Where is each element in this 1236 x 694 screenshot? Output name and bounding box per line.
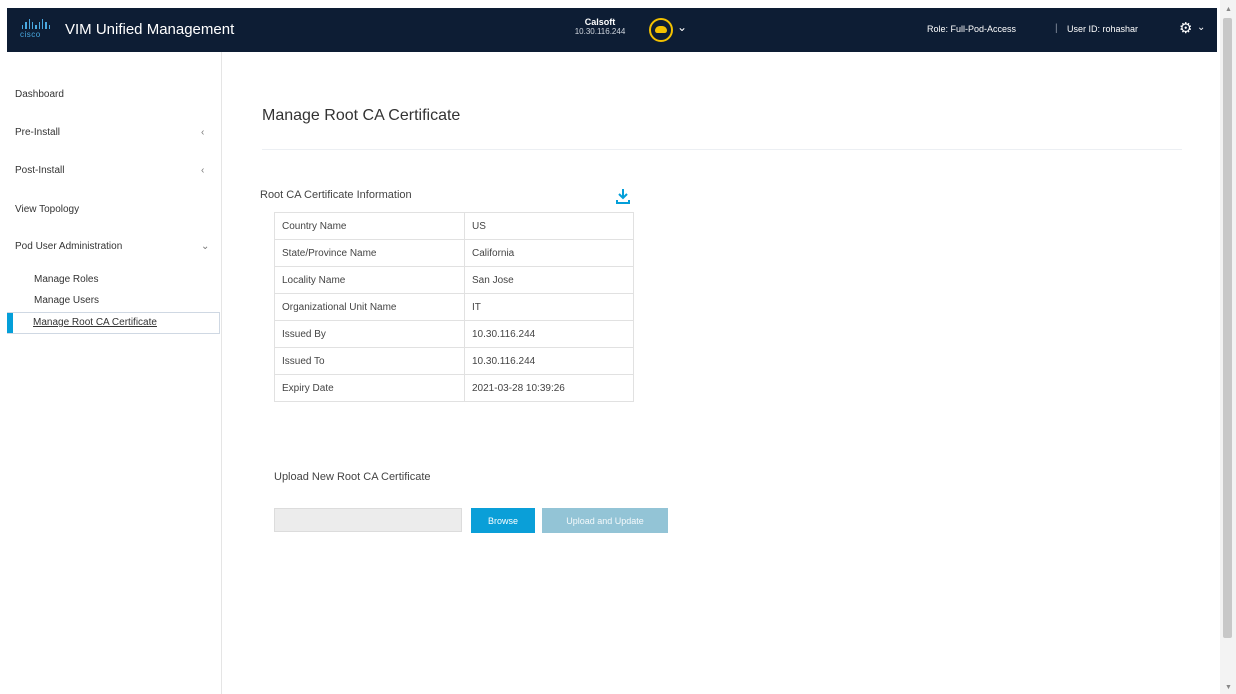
chevron-left-icon[interactable]: ‹ — [201, 165, 204, 176]
chevron-down-icon[interactable]: ⌄ — [201, 241, 209, 252]
logo-text: cisco — [20, 30, 41, 39]
title-divider — [262, 149, 1182, 150]
state-province-value: California — [464, 239, 634, 267]
pod-ip: 10.30.116.244 — [574, 27, 626, 36]
top-header: cisco VIM Unified Management Calsoft 10.… — [7, 8, 1217, 52]
sidebar-item-manage-root-ca-certificate[interactable]: Manage Root CA Certificate — [7, 312, 220, 334]
table-row: Country Name US — [274, 212, 634, 240]
header-divider: | — [1055, 23, 1058, 34]
role-label: Role: Full-Pod-Access — [927, 24, 1017, 34]
table-row: Issued By 10.30.116.244 — [274, 320, 634, 348]
pod-selector[interactable]: Calsoft 10.30.116.244 — [567, 17, 633, 36]
browse-button[interactable]: Browse — [471, 508, 535, 533]
main-content: Manage Root CA Certificate Root CA Certi… — [222, 52, 1218, 694]
certificate-info-table: Country Name US State/Province Name Califo… — [274, 212, 634, 402]
scroll-up-icon[interactable]: ▲ — [1225, 6, 1232, 13]
issued-to-value: 10.30.116.244 — [464, 347, 634, 375]
cisco-logo: cisco — [20, 19, 50, 41]
chevron-left-icon[interactable]: ‹ — [201, 127, 204, 138]
sidebar-item-view-topology[interactable]: View Topology — [15, 204, 79, 215]
table-row: Issued To 10.30.116.244 — [274, 347, 634, 375]
issued-by-value: 10.30.116.244 — [464, 320, 634, 348]
sidebar: Dashboard Pre-Install ‹ Post-Install ‹ V… — [7, 52, 222, 694]
org-unit-key: Organizational Unit Name — [274, 293, 465, 321]
sidebar-item-pod-user-administration[interactable]: Pod User Administration — [15, 241, 122, 252]
file-path-input[interactable] — [274, 508, 462, 532]
download-icon[interactable] — [616, 188, 630, 204]
upload-section-title: Upload New Root CA Certificate — [274, 471, 431, 483]
issued-to-key: Issued To — [274, 347, 465, 375]
table-row: Organizational Unit Name IT — [274, 293, 634, 321]
sidebar-item-pre-install[interactable]: Pre-Install — [15, 127, 60, 138]
country-name-value: US — [464, 212, 634, 240]
active-indicator — [7, 313, 13, 333]
locality-name-value: San Jose — [464, 266, 634, 294]
pod-cloud-icon[interactable] — [649, 18, 673, 42]
user-id-label: User ID: rohashar — [1067, 24, 1139, 34]
certificate-info-title: Root CA Certificate Information — [260, 189, 412, 201]
scrollbar-thumb[interactable] — [1223, 18, 1232, 638]
state-province-key: State/Province Name — [274, 239, 465, 267]
table-row: Locality Name San Jose — [274, 266, 634, 294]
scroll-down-icon[interactable]: ▼ — [1225, 684, 1232, 691]
country-name-key: Country Name — [274, 212, 465, 240]
org-unit-value: IT — [464, 293, 634, 321]
expiry-date-key: Expiry Date — [274, 374, 465, 402]
chevron-down-icon[interactable]: ⌄ — [677, 20, 687, 34]
issued-by-key: Issued By — [274, 320, 465, 348]
gear-icon[interactable]: ⚙ — [1179, 19, 1192, 37]
locality-name-key: Locality Name — [274, 266, 465, 294]
table-row: State/Province Name California — [274, 239, 634, 267]
upload-and-update-button[interactable]: Upload and Update — [542, 508, 668, 533]
sidebar-item-label: Manage Root CA Certificate — [33, 317, 157, 328]
expiry-date-value: 2021-03-28 10:39:26 — [464, 374, 634, 402]
table-row: Expiry Date 2021-03-28 10:39:26 — [274, 374, 634, 402]
app-title: VIM Unified Management — [65, 21, 235, 38]
page-title: Manage Root CA Certificate — [262, 107, 461, 124]
sidebar-item-manage-users[interactable]: Manage Users — [34, 295, 99, 306]
sidebar-item-post-install[interactable]: Post-Install — [15, 165, 64, 176]
vertical-scrollbar[interactable]: ▲ ▼ — [1220, 0, 1236, 694]
pod-name: Calsoft — [584, 17, 616, 27]
sidebar-item-manage-roles[interactable]: Manage Roles — [34, 274, 98, 285]
sidebar-item-dashboard[interactable]: Dashboard — [15, 89, 64, 100]
settings-chevron-down-icon[interactable]: ⌄ — [1197, 22, 1205, 33]
